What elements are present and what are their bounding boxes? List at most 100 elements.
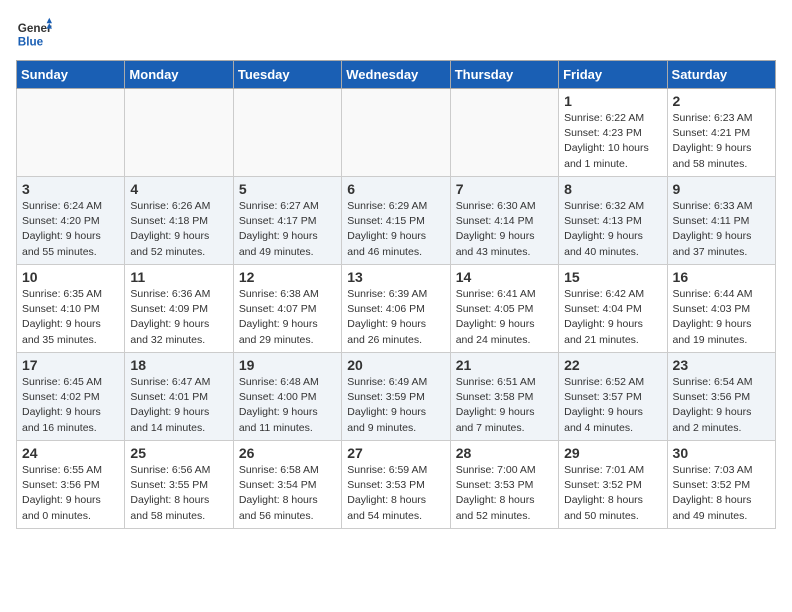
calendar-cell: 22 Sunrise: 6:52 AM Sunset: 3:57 PM Dayli…: [559, 353, 667, 441]
day-number: 24: [22, 445, 119, 461]
day-info: Sunrise: 6:30 AM Sunset: 4:14 PM Dayligh…: [456, 199, 553, 260]
day-info: Sunrise: 6:33 AM Sunset: 4:11 PM Dayligh…: [673, 199, 770, 260]
day-info: Sunrise: 6:49 AM Sunset: 3:59 PM Dayligh…: [347, 375, 444, 436]
day-info: Sunrise: 6:47 AM Sunset: 4:01 PM Dayligh…: [130, 375, 227, 436]
calendar-cell: 10 Sunrise: 6:35 AM Sunset: 4:10 PM Dayli…: [17, 265, 125, 353]
day-number: 11: [130, 269, 227, 285]
calendar-cell: 9 Sunrise: 6:33 AM Sunset: 4:11 PM Daylig…: [667, 177, 775, 265]
day-info: Sunrise: 6:41 AM Sunset: 4:05 PM Dayligh…: [456, 287, 553, 348]
calendar-cell: 14 Sunrise: 6:41 AM Sunset: 4:05 PM Dayli…: [450, 265, 558, 353]
day-info: Sunrise: 7:00 AM Sunset: 3:53 PM Dayligh…: [456, 463, 553, 524]
day-number: 21: [456, 357, 553, 373]
day-info: Sunrise: 6:35 AM Sunset: 4:10 PM Dayligh…: [22, 287, 119, 348]
day-number: 30: [673, 445, 770, 461]
day-number: 14: [456, 269, 553, 285]
day-number: 7: [456, 181, 553, 197]
day-number: 4: [130, 181, 227, 197]
calendar-cell: [125, 89, 233, 177]
day-number: 20: [347, 357, 444, 373]
calendar-cell: [342, 89, 450, 177]
logo-icon: General Blue: [16, 16, 52, 52]
calendar-cell: 20 Sunrise: 6:49 AM Sunset: 3:59 PM Dayli…: [342, 353, 450, 441]
calendar-week-row: 24Sunrise: 6:55 AM Sunset: 3:56 PM Dayli…: [17, 441, 776, 529]
day-info: Sunrise: 6:23 AM Sunset: 4:21 PM Dayligh…: [673, 111, 770, 172]
calendar-cell: 3 Sunrise: 6:24 AM Sunset: 4:20 PM Daylig…: [17, 177, 125, 265]
calendar-cell: 29 Sunrise: 7:01 AM Sunset: 3:52 PM Dayli…: [559, 441, 667, 529]
calendar-cell: [17, 89, 125, 177]
calendar-week-row: 10 Sunrise: 6:35 AM Sunset: 4:10 PM Dayli…: [17, 265, 776, 353]
day-number: 23: [673, 357, 770, 373]
calendar-cell: 23Sunrise: 6:54 AM Sunset: 3:56 PM Dayli…: [667, 353, 775, 441]
calendar-header-row: SundayMondayTuesdayWednesdayThursdayFrid…: [17, 61, 776, 89]
calendar-cell: 19 Sunrise: 6:48 AM Sunset: 4:00 PM Dayli…: [233, 353, 341, 441]
day-number: 12: [239, 269, 336, 285]
day-number: 29: [564, 445, 661, 461]
calendar-cell: 5Sunrise: 6:27 AM Sunset: 4:17 PM Daylig…: [233, 177, 341, 265]
day-of-week-header: Wednesday: [342, 61, 450, 89]
day-info: Sunrise: 6:52 AM Sunset: 3:57 PM Dayligh…: [564, 375, 661, 436]
day-number: 3: [22, 181, 119, 197]
day-number: 9: [673, 181, 770, 197]
day-number: 17: [22, 357, 119, 373]
day-of-week-header: Thursday: [450, 61, 558, 89]
day-info: Sunrise: 6:51 AM Sunset: 3:58 PM Dayligh…: [456, 375, 553, 436]
calendar-cell: 17 Sunrise: 6:45 AM Sunset: 4:02 PM Dayli…: [17, 353, 125, 441]
day-info: Sunrise: 6:48 AM Sunset: 4:00 PM Dayligh…: [239, 375, 336, 436]
day-info: Sunrise: 6:44 AM Sunset: 4:03 PM Dayligh…: [673, 287, 770, 348]
day-of-week-header: Monday: [125, 61, 233, 89]
day-info: Sunrise: 6:24 AM Sunset: 4:20 PM Dayligh…: [22, 199, 119, 260]
calendar-week-row: 17 Sunrise: 6:45 AM Sunset: 4:02 PM Dayli…: [17, 353, 776, 441]
day-info: Sunrise: 6:26 AM Sunset: 4:18 PM Dayligh…: [130, 199, 227, 260]
day-info: Sunrise: 6:45 AM Sunset: 4:02 PM Dayligh…: [22, 375, 119, 436]
day-number: 22: [564, 357, 661, 373]
day-number: 19: [239, 357, 336, 373]
calendar-cell: 6Sunrise: 6:29 AM Sunset: 4:15 PM Daylig…: [342, 177, 450, 265]
day-number: 1: [564, 93, 661, 109]
day-info: Sunrise: 6:22 AM Sunset: 4:23 PM Dayligh…: [564, 111, 661, 172]
day-of-week-header: Sunday: [17, 61, 125, 89]
calendar-table: SundayMondayTuesdayWednesdayThursdayFrid…: [16, 60, 776, 529]
calendar-cell: 30 Sunrise: 7:03 AM Sunset: 3:52 PM Dayli…: [667, 441, 775, 529]
calendar-cell: 11 Sunrise: 6:36 AM Sunset: 4:09 PM Dayli…: [125, 265, 233, 353]
day-number: 10: [22, 269, 119, 285]
svg-text:General: General: [18, 22, 52, 35]
calendar-cell: 28 Sunrise: 7:00 AM Sunset: 3:53 PM Dayli…: [450, 441, 558, 529]
svg-text:Blue: Blue: [18, 36, 44, 49]
calendar-cell: 8 Sunrise: 6:32 AM Sunset: 4:13 PM Daylig…: [559, 177, 667, 265]
calendar-cell: 27 Sunrise: 6:59 AM Sunset: 3:53 PM Dayli…: [342, 441, 450, 529]
calendar-cell: [233, 89, 341, 177]
calendar-cell: 18Sunrise: 6:47 AM Sunset: 4:01 PM Dayli…: [125, 353, 233, 441]
calendar-cell: 2Sunrise: 6:23 AM Sunset: 4:21 PM Daylig…: [667, 89, 775, 177]
calendar-cell: 25Sunrise: 6:56 AM Sunset: 3:55 PM Dayli…: [125, 441, 233, 529]
calendar-cell: 1 Sunrise: 6:22 AM Sunset: 4:23 PM Daylig…: [559, 89, 667, 177]
day-info: Sunrise: 6:59 AM Sunset: 3:53 PM Dayligh…: [347, 463, 444, 524]
day-info: Sunrise: 7:01 AM Sunset: 3:52 PM Dayligh…: [564, 463, 661, 524]
day-number: 27: [347, 445, 444, 461]
day-info: Sunrise: 6:58 AM Sunset: 3:54 PM Dayligh…: [239, 463, 336, 524]
day-info: Sunrise: 6:39 AM Sunset: 4:06 PM Dayligh…: [347, 287, 444, 348]
day-of-week-header: Tuesday: [233, 61, 341, 89]
day-number: 13: [347, 269, 444, 285]
day-number: 8: [564, 181, 661, 197]
page-header: General Blue: [16, 16, 776, 52]
day-number: 26: [239, 445, 336, 461]
logo: General Blue: [16, 16, 60, 52]
calendar-cell: 24Sunrise: 6:55 AM Sunset: 3:56 PM Dayli…: [17, 441, 125, 529]
calendar-week-row: 1 Sunrise: 6:22 AM Sunset: 4:23 PM Daylig…: [17, 89, 776, 177]
day-info: Sunrise: 6:32 AM Sunset: 4:13 PM Dayligh…: [564, 199, 661, 260]
day-number: 6: [347, 181, 444, 197]
day-number: 28: [456, 445, 553, 461]
calendar-cell: 21 Sunrise: 6:51 AM Sunset: 3:58 PM Dayli…: [450, 353, 558, 441]
calendar-cell: [450, 89, 558, 177]
calendar-cell: 26 Sunrise: 6:58 AM Sunset: 3:54 PM Dayli…: [233, 441, 341, 529]
day-of-week-header: Friday: [559, 61, 667, 89]
day-info: Sunrise: 6:27 AM Sunset: 4:17 PM Dayligh…: [239, 199, 336, 260]
day-info: Sunrise: 6:38 AM Sunset: 4:07 PM Dayligh…: [239, 287, 336, 348]
calendar-cell: 15Sunrise: 6:42 AM Sunset: 4:04 PM Dayli…: [559, 265, 667, 353]
calendar-cell: 7 Sunrise: 6:30 AM Sunset: 4:14 PM Daylig…: [450, 177, 558, 265]
calendar-cell: 16Sunrise: 6:44 AM Sunset: 4:03 PM Dayli…: [667, 265, 775, 353]
day-number: 15: [564, 269, 661, 285]
day-info: Sunrise: 6:36 AM Sunset: 4:09 PM Dayligh…: [130, 287, 227, 348]
day-number: 25: [130, 445, 227, 461]
day-info: Sunrise: 7:03 AM Sunset: 3:52 PM Dayligh…: [673, 463, 770, 524]
